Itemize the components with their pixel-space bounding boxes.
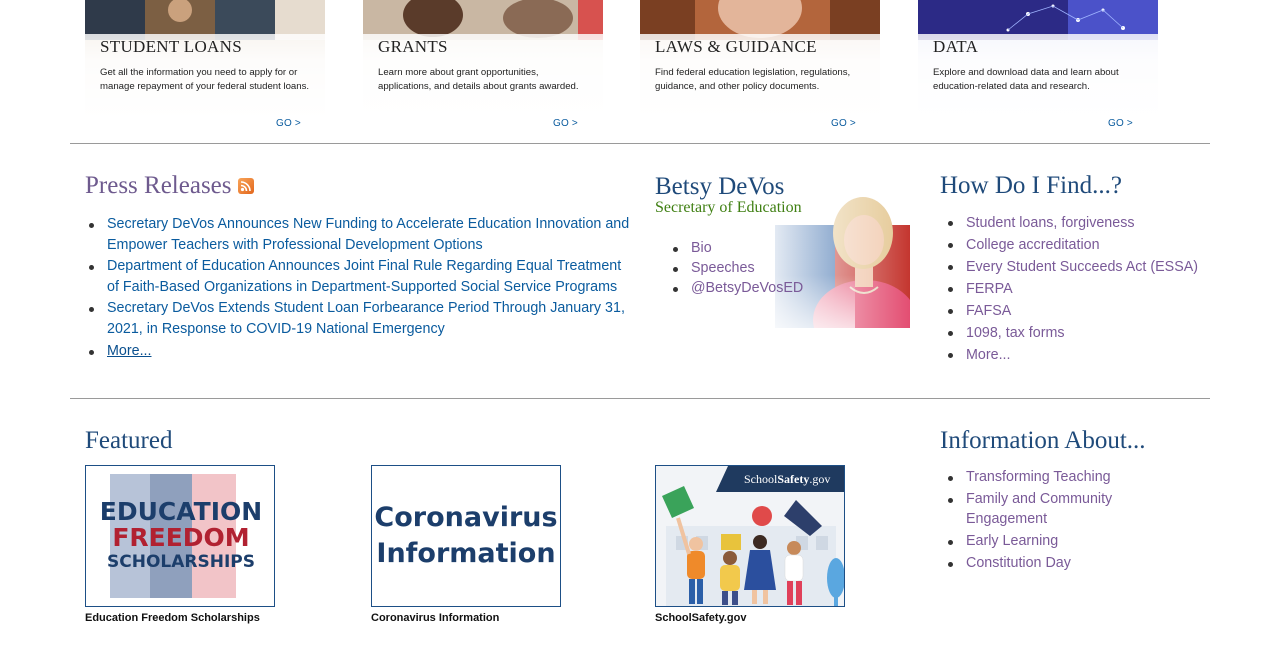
find-link[interactable]: College accreditation (966, 237, 1100, 253)
list-item: Transforming Teaching (944, 467, 1144, 487)
find-link[interactable]: FAFSA (966, 303, 1011, 319)
list-item: Every Student Succeeds Act (ESSA) (944, 256, 1244, 278)
coronavirus-line-1: Coronavirus (374, 502, 558, 533)
list-item: Bio (669, 238, 849, 258)
list-item: FERPA (944, 278, 1244, 300)
list-item: Secretary DeVos Extends Student Loan For… (85, 298, 630, 340)
schoolsafety-word-plain: School (744, 472, 778, 486)
press-releases-list: Secretary DeVos Announces New Funding to… (85, 214, 630, 362)
press-releases-title: Press Releases (85, 172, 232, 199)
tile-description: Find federal education legislation, regu… (655, 67, 851, 92)
list-item: Department of Education Announces Joint … (85, 256, 630, 298)
student-loans-go-link[interactable]: GO > (276, 118, 301, 129)
secretary-bio-link[interactable]: Bio (691, 240, 712, 256)
info-link[interactable]: Transforming Teaching (966, 469, 1111, 485)
featured-heading: Featured (85, 427, 173, 454)
featured-caption[interactable]: SchoolSafety.gov (655, 612, 746, 624)
secretary-speeches-link[interactable]: Speeches (691, 260, 755, 276)
secretary-role: Secretary of Education (655, 199, 802, 216)
divider (70, 398, 1210, 399)
tile-description: Learn more about grant opportunities, ap… (378, 67, 579, 92)
tile-grants[interactable]: GRANTS Learn more about grant opportunit… (363, 0, 603, 120)
efs-line-1: EDUCATION (99, 497, 263, 526)
find-link[interactable]: 1098, tax forms (966, 325, 1065, 341)
tile-title: DATA (933, 37, 979, 56)
featured-caption[interactable]: Coronavirus Information (371, 612, 499, 624)
secretary-name: Betsy DeVos (655, 173, 785, 200)
list-item: Student loans, forgiveness (944, 212, 1244, 234)
tile-title: STUDENT LOANS (100, 37, 242, 56)
press-release-link[interactable]: Secretary DeVos Extends Student Loan For… (107, 300, 625, 337)
coronavirus-line-2: Information (376, 538, 556, 569)
tile-student-loans[interactable]: STUDENT LOANS Get all the information yo… (85, 0, 325, 120)
list-item: More... (85, 341, 630, 362)
list-item: @BetsyDeVosED (669, 278, 849, 298)
schoolsafety-illustration (656, 466, 844, 606)
tile-description: Explore and download data and learn abou… (933, 67, 1119, 92)
schoolsafety-word-bold: Safety (777, 472, 810, 486)
tile-data[interactable]: DATA Explore and download data and learn… (918, 0, 1158, 120)
list-item: More... (944, 344, 1244, 366)
rss-icon[interactable] (237, 178, 254, 194)
efs-line-2: FREEDOM (112, 523, 250, 552)
find-more-link[interactable]: More... (966, 347, 1011, 363)
list-item: Constitution Day (944, 553, 1144, 573)
tile-title: GRANTS (378, 37, 448, 56)
efs-line-3: SCHOLARSHIPS (107, 552, 255, 572)
featured-caption[interactable]: Education Freedom Scholarships (85, 612, 260, 624)
list-item: Secretary DeVos Announces New Funding to… (85, 214, 630, 256)
find-link[interactable]: Every Student Succeeds Act (ESSA) (966, 259, 1198, 275)
coronavirus-information-banner[interactable]: Coronavirus Information (371, 465, 561, 607)
tile-title: LAWS & GUIDANCE (655, 37, 817, 56)
info-link[interactable]: Early Learning (966, 533, 1058, 549)
press-release-link[interactable]: Department of Education Announces Joint … (107, 258, 621, 295)
list-item: 1098, tax forms (944, 322, 1244, 344)
list-item: College accreditation (944, 234, 1244, 256)
how-do-i-find-list: Student loans, forgiveness College accre… (944, 212, 1244, 366)
secretary-twitter-link[interactable]: @BetsyDeVosED (691, 280, 803, 296)
laws-guidance-go-link[interactable]: GO > (831, 118, 856, 129)
tile-laws-guidance[interactable]: LAWS & GUIDANCE Find federal education l… (640, 0, 880, 120)
info-link[interactable]: Constitution Day (966, 555, 1071, 571)
list-item: Early Learning (944, 531, 1144, 551)
find-link[interactable]: Student loans, forgiveness (966, 215, 1135, 231)
schoolsafety-banner[interactable]: SchoolSafety.gov (655, 465, 845, 607)
find-link[interactable]: FERPA (966, 281, 1013, 297)
info-link[interactable]: Family and Community Engagement (966, 491, 1112, 527)
information-about-heading: Information About... (940, 427, 1146, 454)
data-go-link[interactable]: GO > (1108, 118, 1133, 129)
how-do-i-find-heading: How Do I Find...? (940, 172, 1122, 199)
divider (70, 143, 1210, 144)
list-item: Family and Community Engagement (944, 489, 1144, 529)
press-more-link[interactable]: More... (107, 343, 152, 359)
grants-go-link[interactable]: GO > (553, 118, 578, 129)
press-releases-heading: Press Releases (85, 172, 254, 200)
press-release-link[interactable]: Secretary DeVos Announces New Funding to… (107, 216, 629, 253)
information-about-list: Transforming Teaching Family and Communi… (944, 467, 1144, 575)
list-item: Speeches (669, 258, 849, 278)
tile-description: Get all the information you need to appl… (100, 67, 310, 92)
list-item: FAFSA (944, 300, 1244, 322)
secretary-links: Bio Speeches @BetsyDeVosED (669, 238, 849, 298)
schoolsafety-wordmark: SchoolSafety.gov (744, 472, 830, 487)
schoolsafety-word-tld: .gov (809, 472, 831, 486)
education-freedom-scholarships-banner[interactable]: EDUCATION FREEDOM SCHOLARSHIPS (85, 465, 275, 607)
